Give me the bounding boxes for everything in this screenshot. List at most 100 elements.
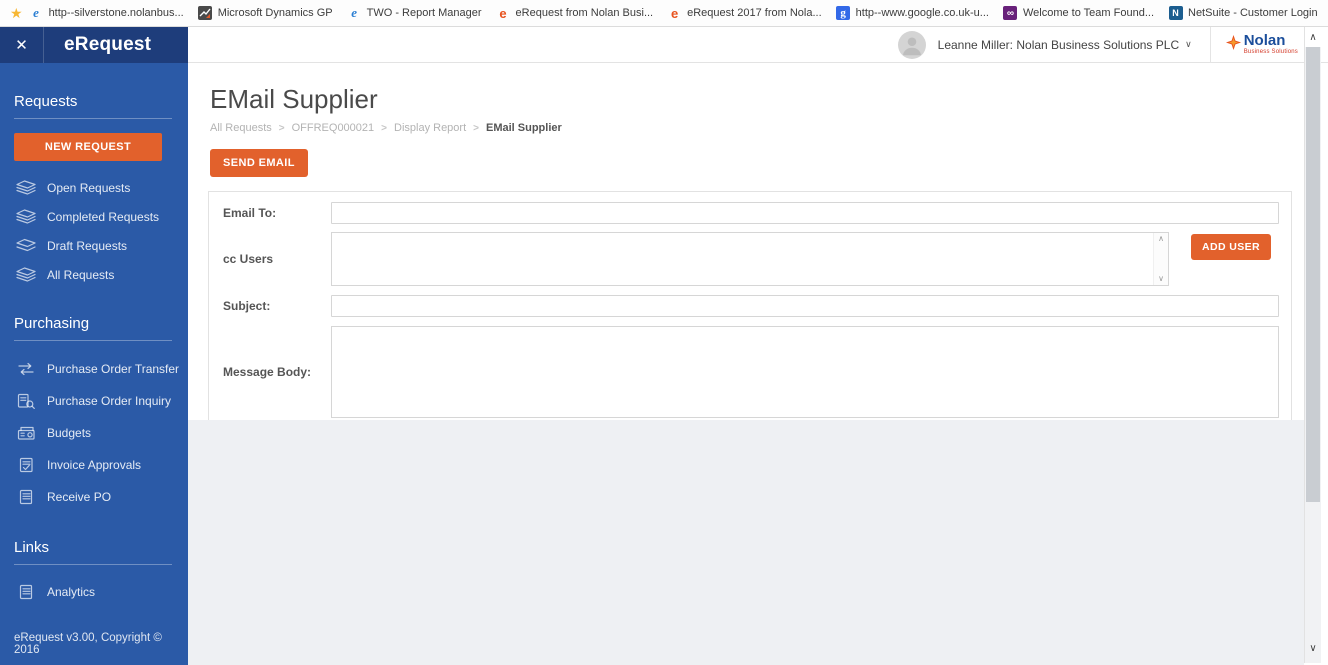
breadcrumb-email-supplier: EMail Supplier — [466, 122, 562, 134]
bookmark-dynamics-gp[interactable]: Microsoft Dynamics GP — [198, 6, 333, 21]
message-body-textarea[interactable] — [331, 326, 1279, 418]
sidebar-item-purchase-order-transfer[interactable]: Purchase Order Transfer — [14, 353, 188, 385]
document-icon — [14, 584, 38, 600]
sidebar-section-purchasing: Purchasing — [14, 315, 90, 332]
page-background — [188, 420, 1304, 665]
bookmark-erequest[interactable]: e eRequest from Nolan Busi... — [496, 6, 653, 21]
user-menu[interactable]: Leanne Miller: Nolan Business Solutions … — [897, 30, 1192, 59]
bookmark-silverstone[interactable]: e http--silverstone.nolanbus... — [29, 5, 184, 21]
sidebar: Requests NEW REQUEST Open Requests Compl… — [0, 63, 188, 665]
app-logo: eRequest — [64, 34, 152, 55]
netsuite-icon: N — [1168, 6, 1183, 20]
transfer-arrows-icon — [14, 361, 38, 377]
sidebar-requests-list: Open Requests Completed Requests Draft R… — [14, 173, 188, 289]
page-title: EMail Supplier — [210, 84, 378, 114]
invoice-check-icon — [14, 457, 38, 473]
bookmark-netsuite[interactable]: N NetSuite - Customer Login — [1168, 6, 1318, 21]
avatar — [897, 30, 926, 59]
email-to-input[interactable] — [331, 202, 1279, 224]
scroll-down-icon[interactable]: ∨ — [1158, 275, 1164, 283]
sidebar-item-label: Purchase Order Inquiry — [47, 394, 172, 408]
sidebar-section-requests: Requests — [14, 93, 78, 110]
sidebar-item-label: Invoice Approvals — [47, 458, 142, 472]
sidebar-item-budgets[interactable]: Budgets — [14, 417, 188, 449]
breadcrumb-offreq000021[interactable]: OFFREQ000021 — [272, 122, 375, 134]
bookmark-google[interactable]: g http--www.google.co.uk-u... — [836, 6, 989, 21]
send-email-button[interactable]: SEND EMAIL — [210, 149, 308, 177]
scrollbar-down-icon[interactable]: ∨ — [1305, 639, 1321, 657]
scrollbar-thumb[interactable] — [1306, 47, 1320, 502]
bookmark-label: http--www.google.co.uk-u... — [855, 7, 989, 19]
budgets-icon — [14, 425, 38, 441]
browser-window: ★ e http--silverstone.nolanbus... Micros… — [0, 0, 1328, 665]
bookmark-label: NetSuite - Customer Login — [1188, 7, 1318, 19]
requests-stack-icon — [14, 266, 38, 283]
cc-users-field: ∧ ∨ — [331, 232, 1169, 286]
sidebar-item-all-requests[interactable]: All Requests — [14, 260, 188, 289]
nolan-star-icon — [1225, 34, 1242, 56]
add-user-button[interactable]: ADD USER — [1191, 234, 1272, 260]
sidebar-item-label: Draft Requests — [47, 238, 128, 253]
sidebar-item-label: Budgets — [47, 426, 92, 440]
breadcrumb-display-report[interactable]: Display Report — [374, 122, 466, 134]
sidebar-section-links: Links — [14, 539, 50, 556]
subject-input[interactable] — [331, 295, 1279, 317]
subject-row: Subject: — [223, 295, 1279, 317]
user-name: Leanne Miller: Nolan Business Solutions … — [937, 37, 1180, 52]
requests-stack-icon — [14, 237, 38, 254]
requests-stack-icon — [14, 208, 38, 225]
nolan-logo: Nolan Business Solutions — [1225, 33, 1298, 56]
document-icon — [14, 489, 38, 505]
brand-tagline: Business Solutions — [1243, 49, 1298, 55]
breadcrumb-all-requests[interactable]: All Requests — [210, 122, 272, 134]
sidebar-item-label: All Requests — [47, 267, 115, 282]
sidebar-item-label: Receive PO — [47, 490, 112, 504]
sidebar-item-label: Open Requests — [47, 180, 131, 195]
app-header-brand-area: ✕ eRequest — [0, 27, 188, 74]
message-body-label: Message Body: — [223, 365, 312, 379]
email-form-panel: Email To: cc Users ∧ ∨ ADD USER Subject:… — [208, 191, 1292, 431]
version-copyright: eRequest v3.00, Copyright © 2016 — [14, 632, 162, 656]
cc-users-textarea[interactable] — [331, 232, 1169, 286]
chevron-down-icon: ∨ — [1185, 39, 1192, 49]
requests-stack-icon — [14, 179, 38, 196]
cc-users-label: cc Users — [223, 252, 274, 266]
sidebar-item-receive-po[interactable]: Receive PO — [14, 481, 188, 513]
sidebar-item-label: Purchase Order Transfer — [47, 362, 180, 376]
browser-scrollbar[interactable]: ∧ ∨ — [1304, 27, 1321, 663]
breadcrumb: All Requests OFFREQ000021 Display Report… — [210, 122, 1292, 134]
google-icon: g — [836, 6, 851, 20]
header-divider — [1209, 26, 1211, 63]
close-icon[interactable]: ✕ — [0, 27, 44, 63]
scroll-up-icon[interactable]: ∧ — [1158, 235, 1164, 243]
new-request-button[interactable]: NEW REQUEST — [14, 133, 162, 161]
team-foundation-icon: ∞ — [1003, 6, 1018, 20]
sidebar-item-open-requests[interactable]: Open Requests — [14, 173, 188, 202]
message-body-row: Message Body: — [223, 326, 1279, 418]
app-header-right: Leanne Miller: Nolan Business Solutions … — [188, 26, 1328, 63]
ie-icon: e — [351, 5, 358, 20]
cc-users-scrollbar[interactable]: ∧ ∨ — [1153, 233, 1168, 285]
bookmark-label: eRequest 2017 from Nola... — [687, 7, 822, 19]
sidebar-item-analytics[interactable]: Analytics — [14, 577, 188, 606]
sidebar-divider — [14, 118, 172, 119]
bookmark-label: Microsoft Dynamics GP — [217, 7, 333, 19]
sidebar-purchasing-list: Purchase Order Transfer Purchase Order I… — [14, 353, 188, 513]
bookmark-team-foundation[interactable]: ∞ Welcome to Team Found... — [1003, 6, 1154, 21]
subject-label: Subject: — [223, 299, 271, 313]
main-content: EMail Supplier All Requests OFFREQ000021… — [188, 63, 1304, 431]
cc-users-row: cc Users ∧ ∨ ADD USER — [223, 232, 1279, 286]
document-search-icon — [14, 393, 38, 410]
bookmark-erequest-2017[interactable]: e eRequest 2017 from Nola... — [667, 6, 822, 21]
scrollbar-up-icon[interactable]: ∧ — [1305, 27, 1321, 47]
bookmark-two-report-manager[interactable]: e TWO - Report Manager — [347, 5, 482, 21]
sidebar-item-completed-requests[interactable]: Completed Requests — [14, 202, 188, 231]
sidebar-item-purchase-order-inquiry[interactable]: Purchase Order Inquiry — [14, 385, 188, 417]
erequest-icon: e — [671, 5, 679, 21]
sidebar-item-invoice-approvals[interactable]: Invoice Approvals — [14, 449, 188, 481]
favorites-star-icon[interactable]: ★ — [10, 6, 23, 20]
bookmark-label: TWO - Report Manager — [366, 7, 482, 19]
sidebar-item-draft-requests[interactable]: Draft Requests — [14, 231, 188, 260]
sidebar-divider — [14, 340, 172, 341]
bookmarks-bar: ★ e http--silverstone.nolanbus... Micros… — [0, 0, 1328, 27]
